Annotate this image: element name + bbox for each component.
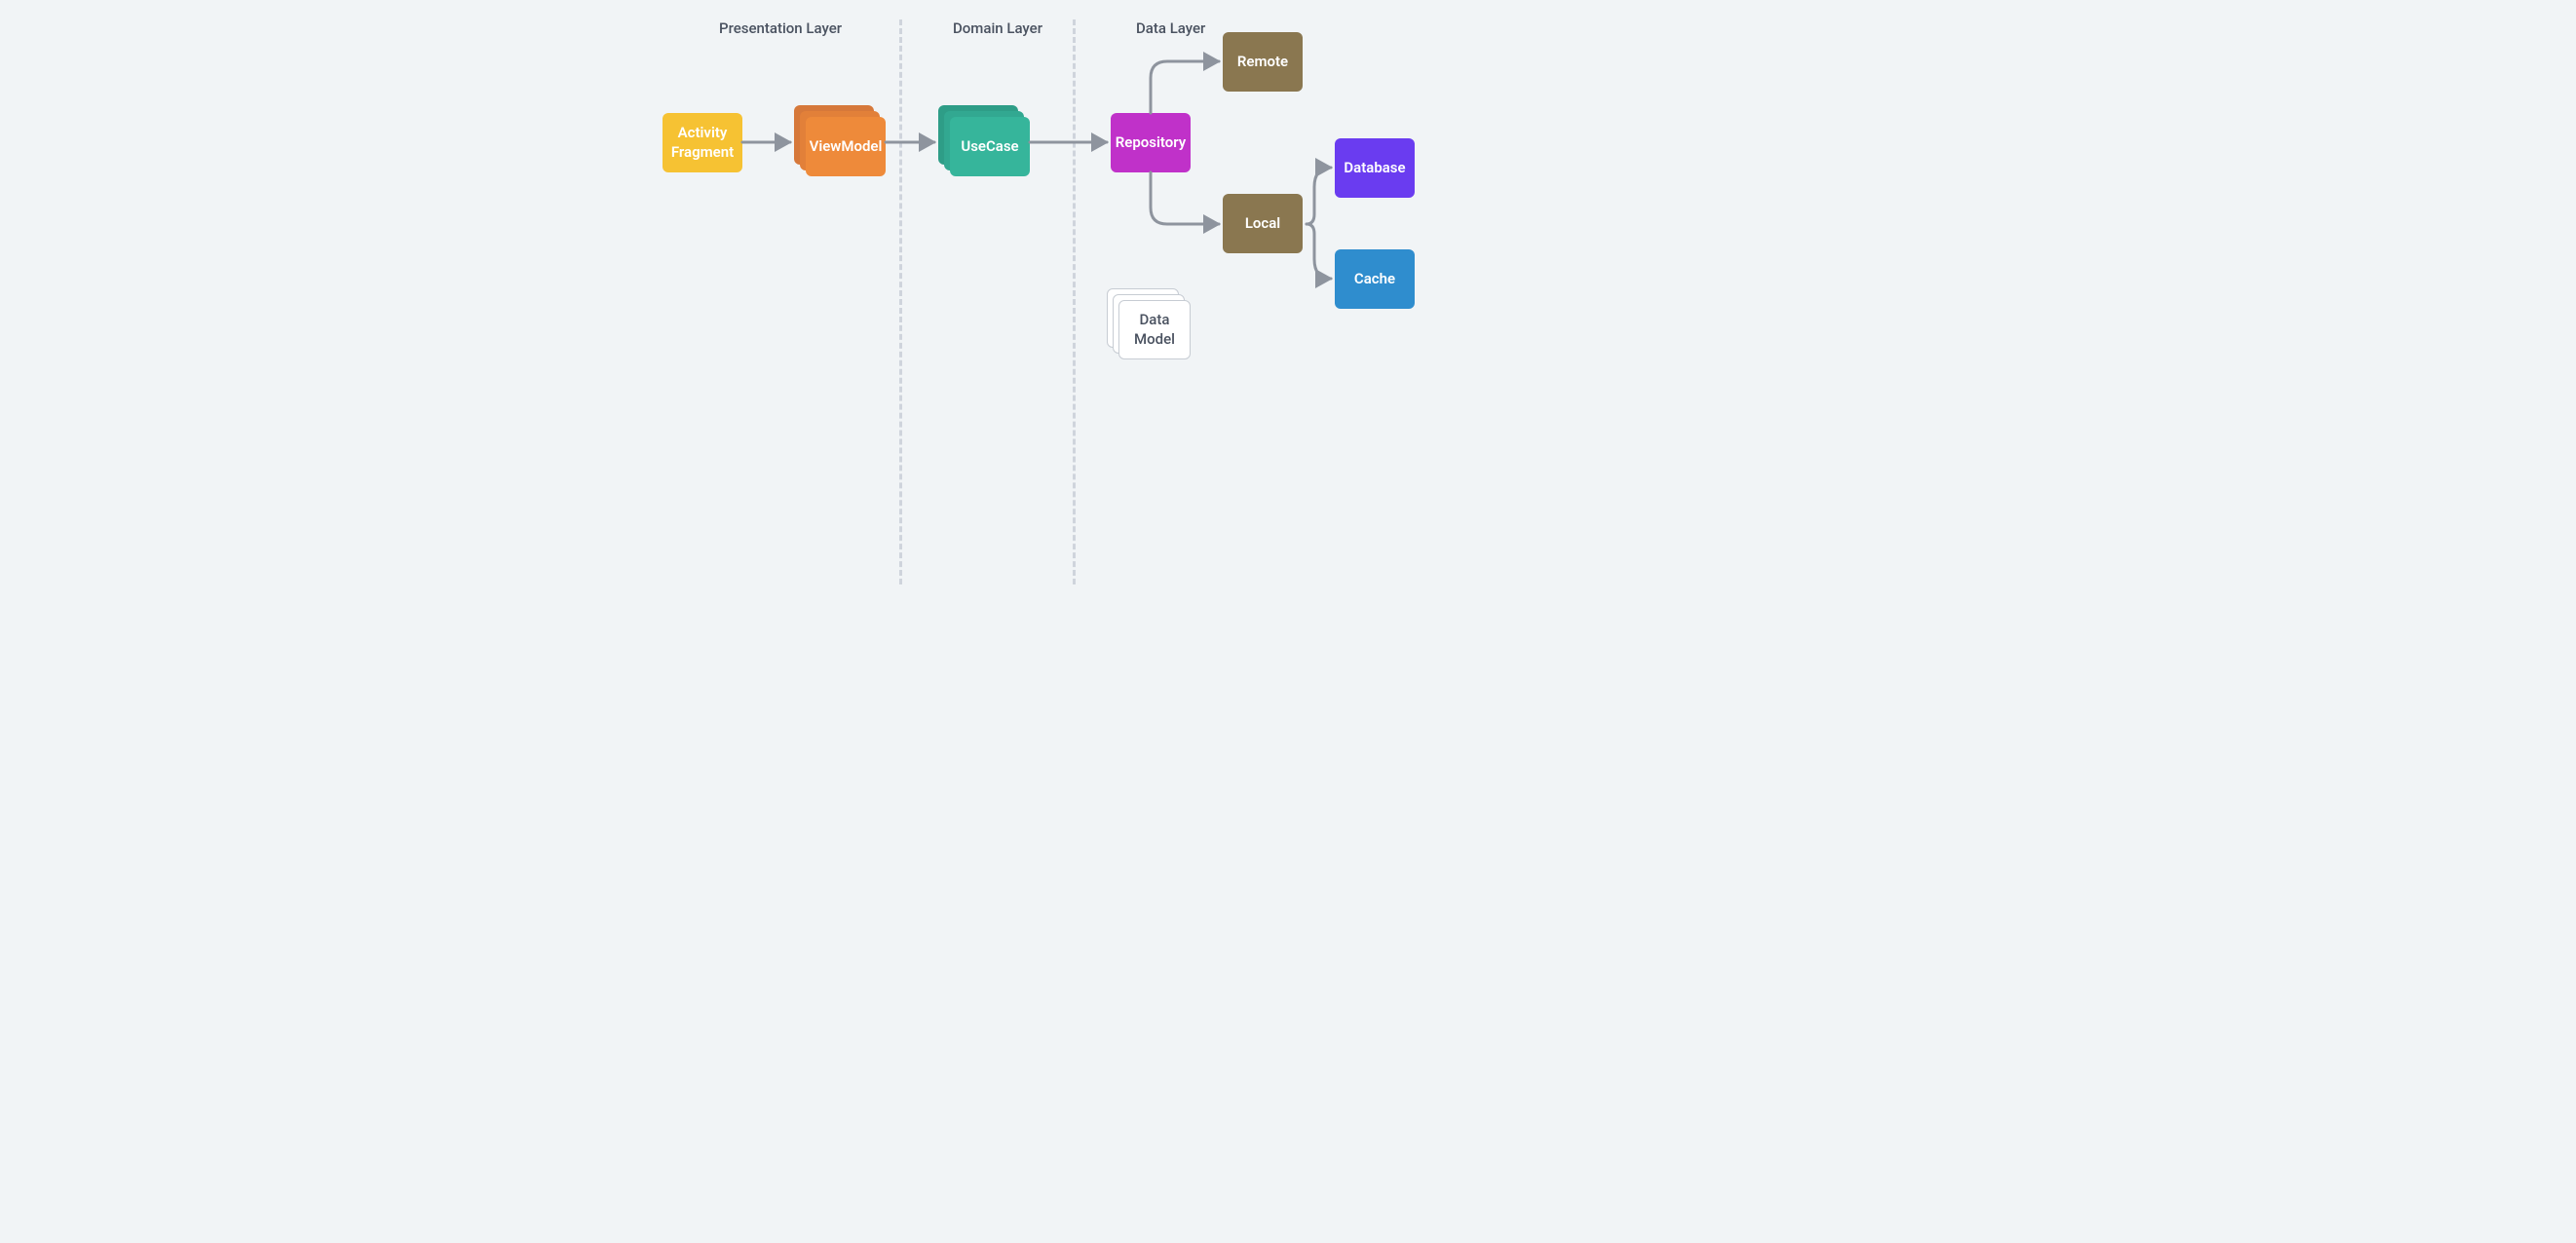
- node-local: Local: [1223, 194, 1303, 253]
- arrow-local-to-database: [1307, 168, 1331, 224]
- arrows-layer: [644, 0, 1932, 622]
- node-cache: Cache: [1335, 249, 1415, 309]
- node-remote-label: Remote: [1237, 53, 1288, 72]
- node-activity-fragment-label: Activity Fragment: [671, 124, 734, 162]
- arrow-repository-to-local: [1151, 172, 1219, 224]
- node-viewmodel: ViewModel: [806, 117, 886, 176]
- arrow-repository-to-remote: [1151, 61, 1219, 113]
- node-datamodel: Data Model: [1118, 300, 1191, 359]
- layer-label-data: Data Layer: [1136, 19, 1205, 37]
- node-repository: Repository: [1111, 113, 1191, 172]
- divider-presentation-domain: [899, 19, 902, 584]
- node-viewmodel-label: ViewModel: [810, 137, 883, 157]
- node-datamodel-label: Data Model: [1134, 311, 1175, 349]
- layer-label-presentation: Presentation Layer: [719, 19, 842, 37]
- node-local-label: Local: [1245, 214, 1280, 234]
- node-usecase: UseCase: [950, 117, 1030, 176]
- node-database: Database: [1335, 138, 1415, 198]
- arrow-local-to-cache: [1307, 224, 1331, 279]
- node-activity-fragment: Activity Fragment: [663, 113, 742, 172]
- divider-domain-data: [1073, 19, 1076, 584]
- node-remote: Remote: [1223, 32, 1303, 92]
- node-cache-label: Cache: [1354, 270, 1395, 289]
- node-repository-label: Repository: [1116, 133, 1186, 153]
- node-database-label: Database: [1344, 159, 1405, 178]
- layer-label-domain: Domain Layer: [953, 19, 1042, 37]
- node-usecase-label: UseCase: [961, 137, 1018, 157]
- architecture-diagram: Presentation Layer Domain Layer Data Lay…: [644, 0, 1932, 622]
